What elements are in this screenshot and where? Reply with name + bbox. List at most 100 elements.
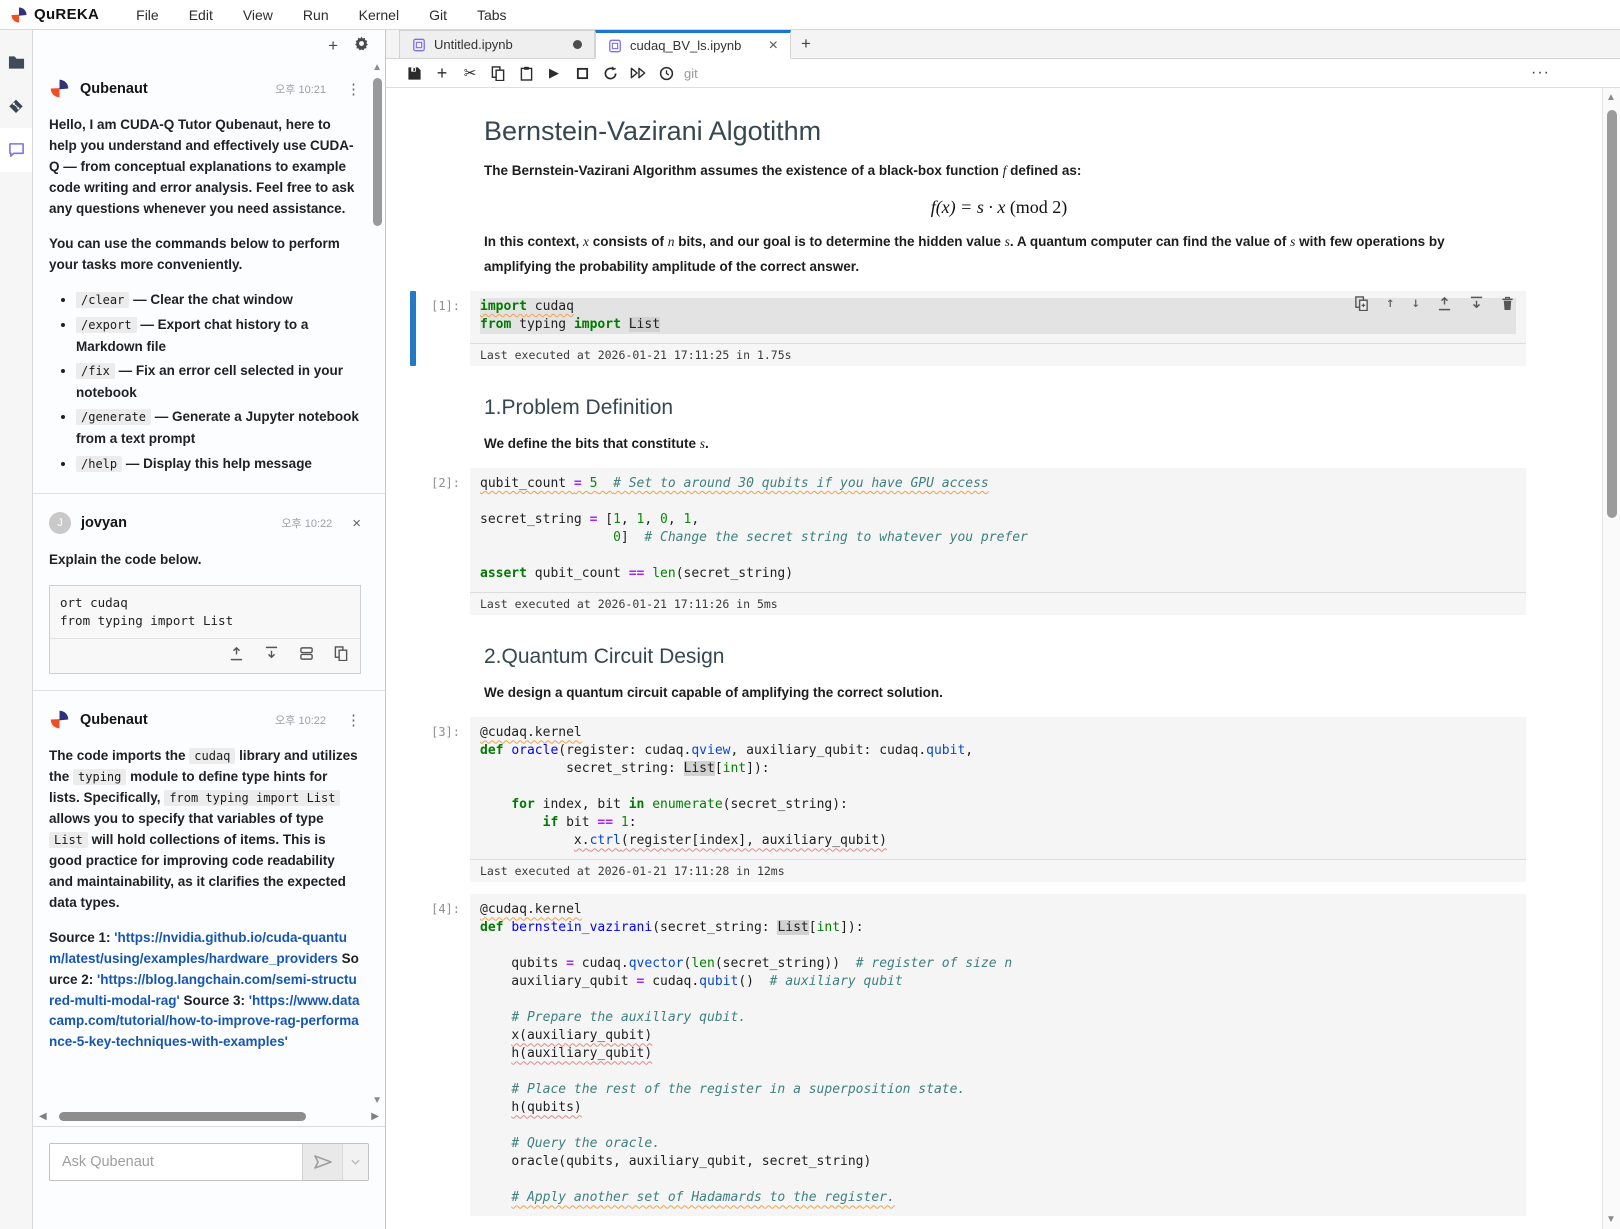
code-cell[interactable]: [3]:@cudaq.kerneldef oracle(register: cu… [386, 717, 1602, 882]
close-tab-icon[interactable]: × [769, 38, 778, 54]
sidebar-item-chat[interactable] [0, 128, 32, 172]
code-line: 0] # Change the secret string to whateve… [480, 529, 1516, 547]
chat-settings-button[interactable] [354, 36, 369, 54]
menu-view[interactable]: View [228, 7, 288, 23]
inline-code: List [49, 832, 88, 848]
move-down-button[interactable]: ↓ [1412, 296, 1420, 314]
code-line: @cudaq.kernel [480, 901, 1516, 919]
paste-cells-button[interactable] [512, 61, 540, 86]
sidebar-item-git[interactable] [0, 84, 32, 128]
copy-cells-button[interactable] [484, 61, 512, 86]
horizontal-scrollbar-thumb[interactable] [59, 1112, 306, 1121]
cell-editor[interactable]: @cudaq.kerneldef oracle(register: cudaq.… [470, 717, 1526, 859]
git-toolbar-label[interactable]: git [684, 66, 698, 81]
markdown-cell-circuit[interactable]: 2.Quantum Circuit Design We design a qua… [386, 645, 1602, 705]
menu-run[interactable]: Run [288, 7, 344, 23]
scroll-right-arrow[interactable]: ▶ [371, 1111, 379, 1122]
code-line: def bernstein_vazirani(secret_string: Li… [480, 919, 1516, 937]
cell-editor[interactable]: @cudaq.kerneldef bernstein_vazirani(secr… [470, 894, 1526, 1216]
insert-above-button[interactable] [229, 646, 244, 666]
message-timestamp: 오후 10:21 [275, 81, 326, 97]
code-cell[interactable]: [1]:import cudaqfrom typing import List↑… [386, 291, 1602, 366]
tab-untitled-ipynb[interactable]: Untitled.ipynb [399, 30, 595, 58]
insert-below-button[interactable] [1469, 296, 1484, 314]
delete-cell-button[interactable] [1501, 296, 1514, 314]
run-cell-button[interactable]: ▶ [540, 61, 568, 86]
code-line [480, 1171, 1516, 1189]
qubenaut-avatar [49, 709, 70, 730]
code-line: x(auxiliary_qubit) [480, 1027, 1516, 1045]
replace-cell-button[interactable] [299, 646, 314, 666]
insert-above-button[interactable] [1437, 296, 1452, 314]
message-paragraph: Hello, I am CUDA-Q Tutor Qubenaut, here … [49, 115, 361, 220]
message-kebab-menu[interactable]: ⋮ [346, 80, 361, 98]
markdown-cell-intro[interactable]: Bernstein-Vazirani Algotithm The Bernste… [386, 116, 1602, 279]
code-line: oracle(qubits, auxiliary_qubit, secret_s… [480, 1153, 1516, 1171]
scroll-left-arrow[interactable]: ◀ [39, 1111, 47, 1122]
duplicate-cell-button[interactable] [1354, 296, 1369, 314]
markdown-cell-problem[interactable]: 1.Problem Definition We define the bits … [386, 396, 1602, 456]
cell-editor[interactable]: qubit_count = 5 # Set to around 30 qubit… [470, 468, 1526, 592]
inline-code: cudaq [189, 748, 235, 764]
move-up-button[interactable]: ↑ [1386, 296, 1394, 314]
command-chip: /help [76, 456, 122, 472]
menu-file[interactable]: File [121, 7, 174, 23]
restart-kernel-button[interactable] [596, 61, 624, 86]
new-tab-button[interactable]: + [791, 30, 821, 58]
menu-tabs[interactable]: Tabs [462, 7, 522, 23]
more-actions-button[interactable]: ··· [1531, 64, 1550, 82]
app-title: QuREKA [34, 6, 99, 23]
cut-cells-button[interactable]: ✂ [456, 61, 484, 86]
copy-icon [491, 66, 505, 81]
chat-input[interactable]: Ask Qubenaut [50, 1144, 302, 1180]
delete-message-button[interactable]: × [352, 515, 361, 532]
menu-edit[interactable]: Edit [174, 7, 228, 23]
message-text: Explain the code below. [49, 550, 361, 571]
message-sources: Source 1: 'https://nvidia.github.io/cuda… [49, 928, 361, 1054]
history-button[interactable] [652, 61, 680, 86]
menu-kernel[interactable]: Kernel [344, 7, 414, 23]
new-chat-button[interactable]: + [328, 37, 338, 54]
unsaved-changes-dot[interactable] [573, 40, 582, 49]
restart-run-all-button[interactable] [624, 61, 652, 86]
code-line: # Query the oracle. [480, 1135, 1516, 1153]
notebook-title: Bernstein-Vazirani Algotithm [484, 116, 1514, 147]
send-message-button[interactable] [302, 1144, 342, 1180]
copy-button[interactable] [334, 646, 348, 666]
cell-hover-toolbar: ↑↓ [1348, 293, 1520, 317]
code-line: assert qubit_count == len(secret_string) [480, 565, 1516, 583]
notebook-scrollbar-thumb[interactable] [1607, 110, 1617, 518]
code-line: secret_string: List[int]): [480, 760, 1516, 778]
code-line [480, 778, 1516, 796]
clock-icon [659, 66, 674, 81]
restart-icon [603, 66, 618, 81]
code-line: # Place the rest of the register in a su… [480, 1081, 1516, 1099]
sidebar-item-files[interactable] [0, 40, 32, 84]
scroll-up-arrow[interactable]: ▲ [1606, 92, 1616, 103]
cell-prompt: [1]: [386, 291, 470, 366]
command-item: /export — Export chat history to a Markd… [76, 314, 361, 357]
notebook-scrollbar[interactable]: ▲ ▼ [1602, 88, 1620, 1229]
chat-scroll-up-arrow[interactable]: ▲ [372, 62, 382, 73]
command-item: /fix — Fix an error cell selected in you… [76, 360, 361, 403]
chat-scrollbar-thumb[interactable] [373, 78, 382, 226]
chat-scroll-down-arrow[interactable]: ▼ [372, 1095, 382, 1106]
insert-below-button[interactable] [264, 646, 279, 666]
chat-message-qubenaut-1: Qubenaut 오후 10:21 ⋮ Hello, I am CUDA-Q T… [33, 60, 385, 493]
code-line [480, 937, 1516, 955]
code-line: x.ctrl(register[index], auxiliary_qubit) [480, 832, 1516, 850]
scroll-down-arrow[interactable]: ▼ [1606, 1214, 1616, 1225]
cell-editor[interactable]: import cudaqfrom typing import List↑↓ [470, 291, 1526, 343]
add-cell-button[interactable]: + [428, 61, 456, 86]
markdown-paragraph: The Bernstein-Vazirani Algorithm assumes… [484, 159, 1514, 183]
tab-cudaq-bv-ipynb[interactable]: cudaq_BV_ls.ipynb × [595, 30, 791, 59]
message-kebab-menu[interactable]: ⋮ [346, 711, 361, 729]
code-cell[interactable]: [2]:qubit_count = 5 # Set to around 30 q… [386, 468, 1602, 615]
code-cell[interactable]: [4]:@cudaq.kerneldef bernstein_vazirani(… [386, 894, 1602, 1216]
stop-kernel-button[interactable] [568, 61, 596, 86]
inline-code: typing [73, 769, 126, 785]
menu-git[interactable]: Git [414, 7, 462, 23]
send-options-button[interactable] [342, 1144, 368, 1180]
save-button[interactable] [400, 61, 428, 86]
command-item: /clear — Clear the chat window [76, 289, 361, 311]
